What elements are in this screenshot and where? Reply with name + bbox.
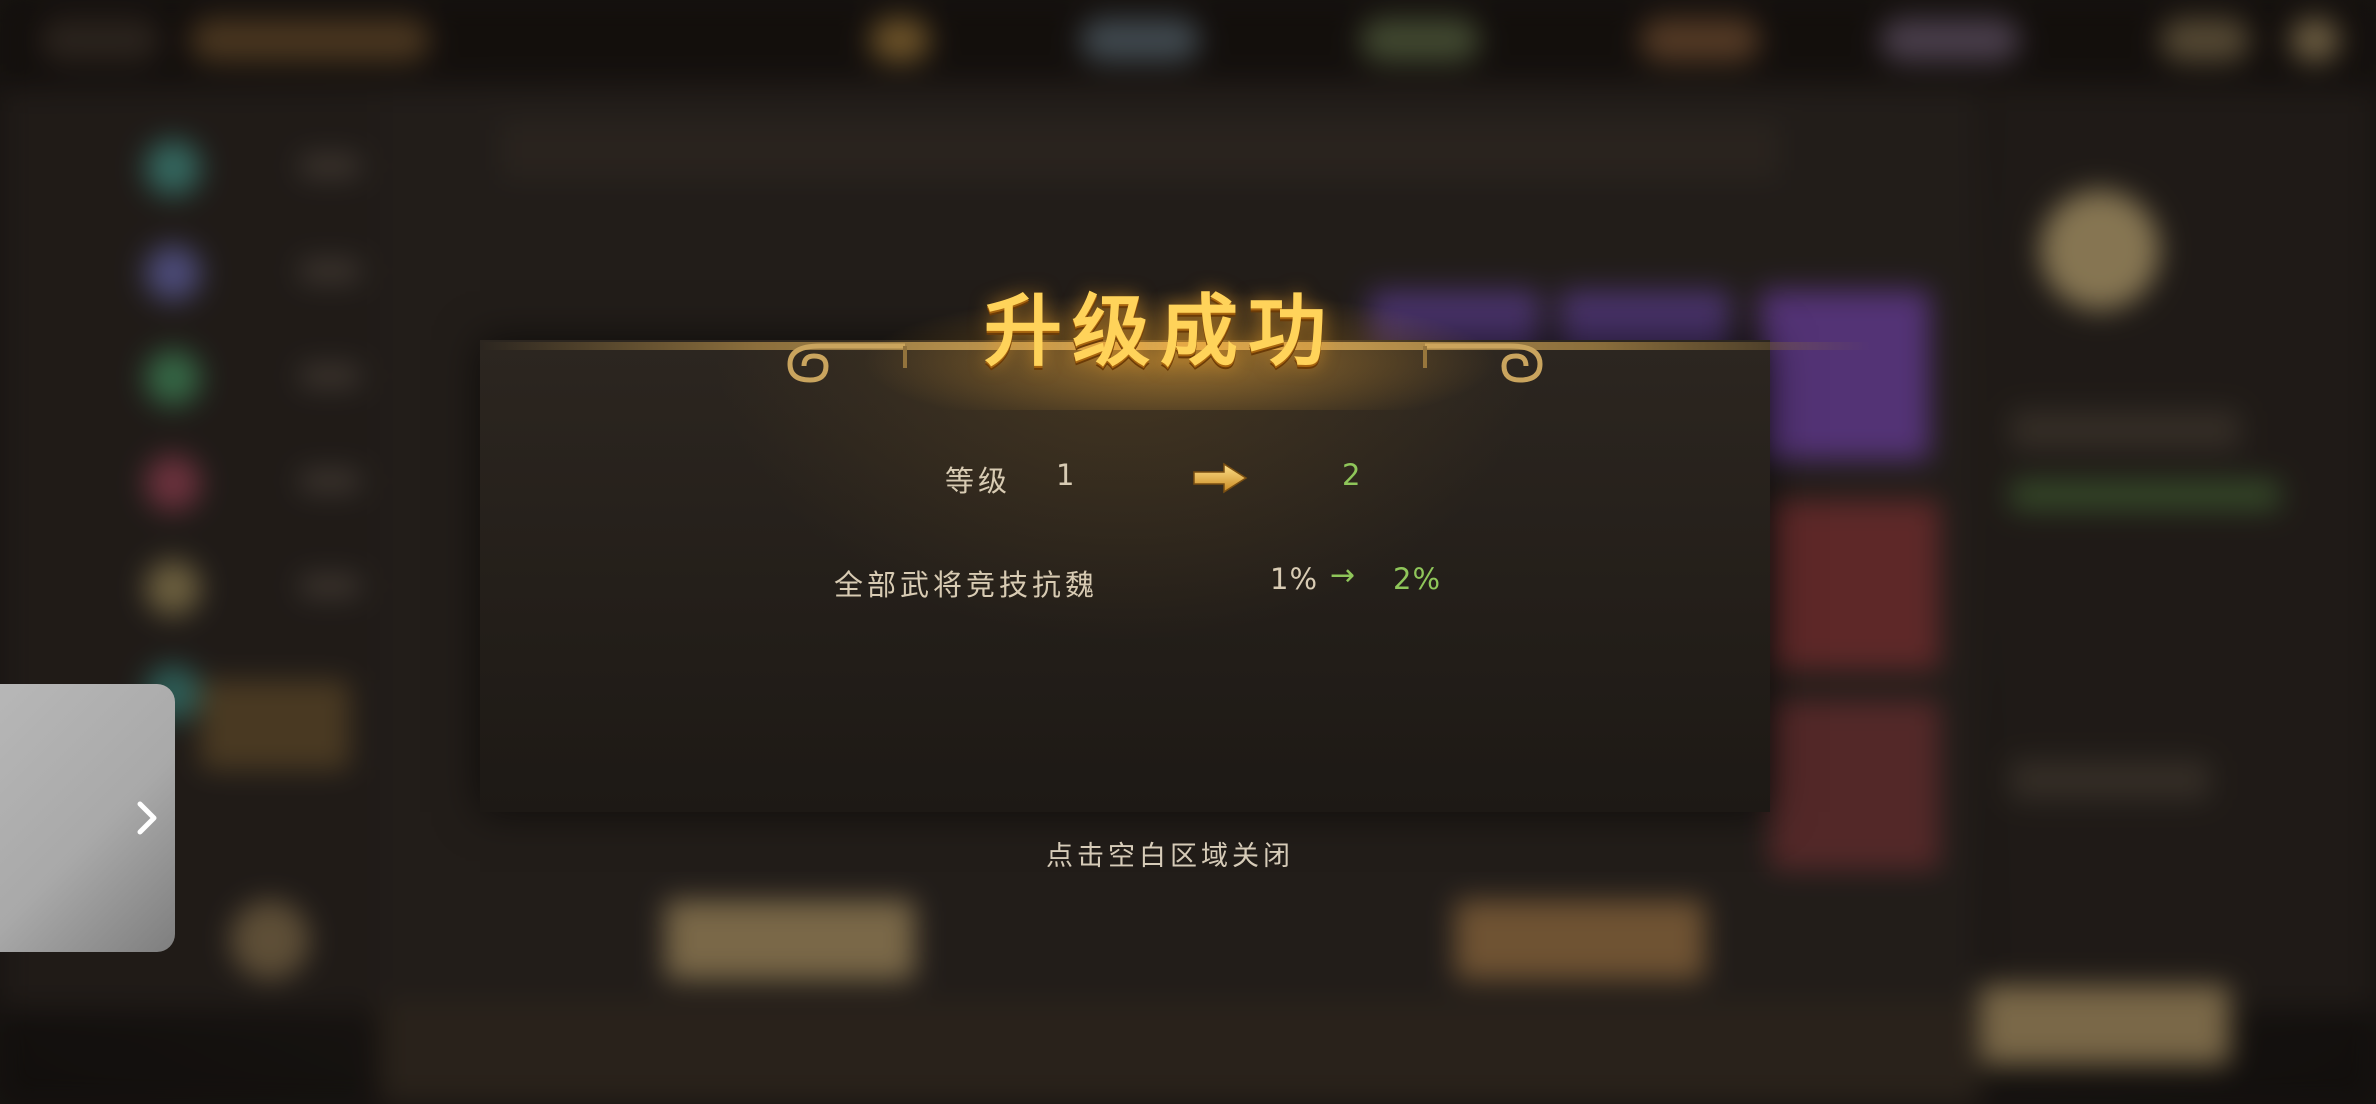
bonus-to-value: 2% <box>1393 562 1442 596</box>
level-from-value: 1 <box>1056 458 1079 492</box>
level-label: 等级 <box>945 464 1012 498</box>
arrow-right-icon <box>1193 462 1248 494</box>
bonus-from-value: 1% <box>1270 562 1319 596</box>
popup-title: 升级成功 <box>983 286 1336 377</box>
chevron-right-icon[interactable] <box>134 798 162 838</box>
bonus-arrow: → <box>1330 558 1356 593</box>
bonus-label: 全部武将竞技抗魏 <box>834 568 1099 602</box>
close-hint: 点击空白区域关闭 <box>1046 841 1294 872</box>
upgrade-success-popup <box>480 340 1770 812</box>
level-to-value: 2 <box>1342 458 1365 492</box>
